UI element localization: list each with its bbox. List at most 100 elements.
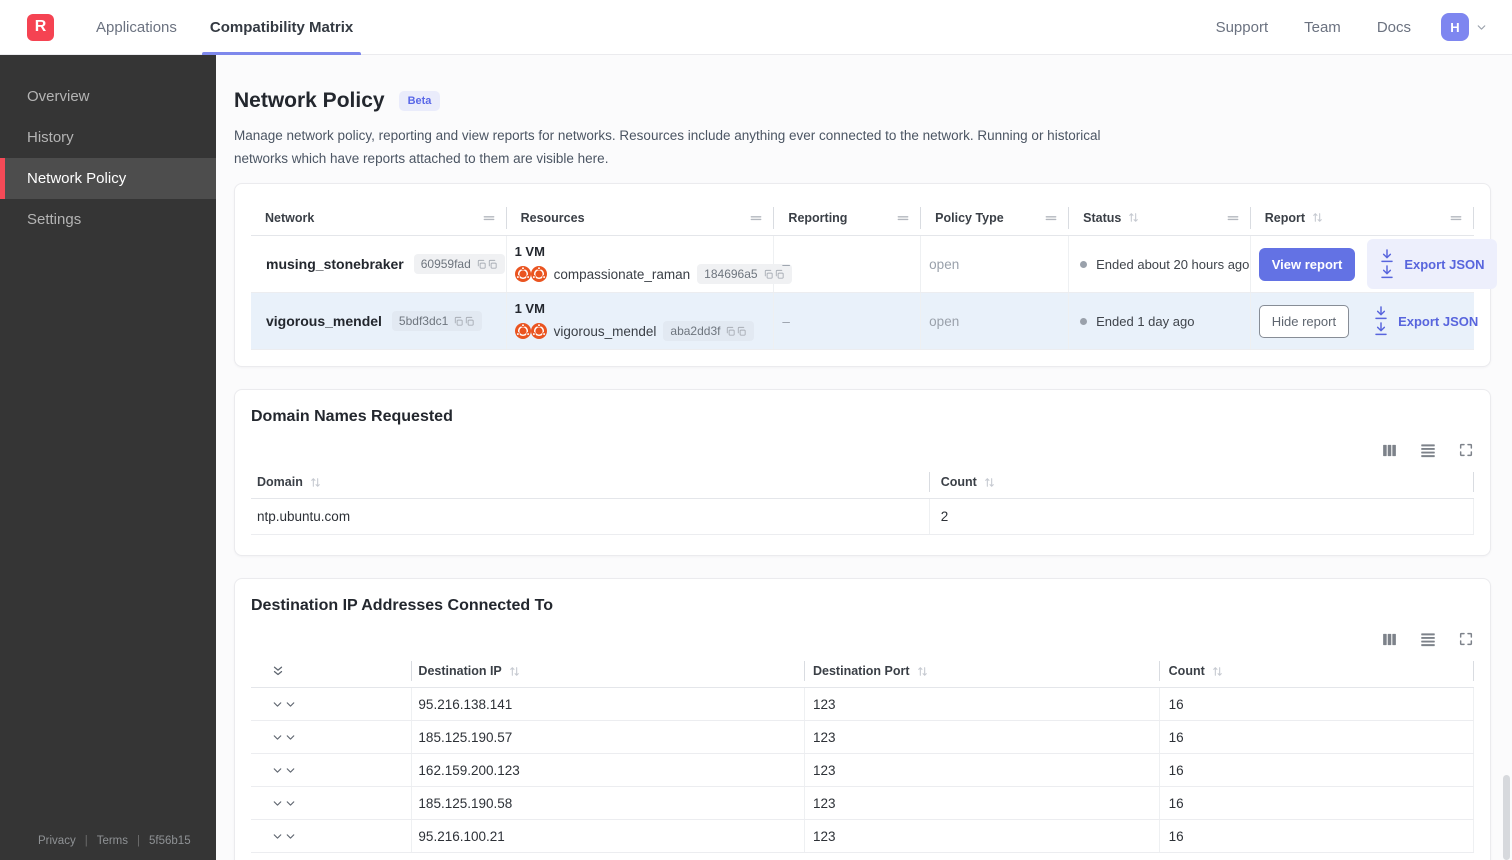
domain-table-header: Domain Count — [251, 471, 1474, 500]
sort-icon[interactable] — [508, 665, 521, 678]
destination-table-row[interactable]: 95.216.138.141 123 16 — [251, 688, 1474, 722]
nav-tab-compatibility-matrix[interactable]: Compatibility Matrix — [201, 0, 362, 55]
network-table-row[interactable]: musing_stonebraker 60959fad 1 VM compass… — [251, 236, 1497, 294]
sidebar-item-history[interactable]: History — [0, 117, 216, 158]
column-header-policy-type[interactable]: Policy Type — [921, 206, 1070, 229]
destination-table-row[interactable]: 185.125.190.57 123 16 — [251, 721, 1474, 755]
column-drag-handle-icon[interactable] — [1226, 211, 1240, 225]
export-label: Export JSON — [1398, 313, 1479, 329]
column-header-count[interactable]: Count — [930, 472, 1474, 493]
destination-port-cell: 123 — [805, 721, 1160, 754]
network-hash-badge[interactable]: 5bdf3dc1 — [391, 311, 483, 332]
column-drag-handle-icon[interactable] — [1449, 211, 1463, 225]
report-cell: Hide report Export JSON — [1251, 293, 1478, 349]
resource-hash: 184696a5 — [704, 267, 758, 282]
column-drag-handle-icon[interactable] — [1044, 211, 1058, 225]
chevron-down-icon[interactable] — [271, 698, 297, 711]
column-header-reporting[interactable]: Reporting — [774, 206, 922, 229]
destination-ip-cell: 95.216.138.141 — [412, 688, 805, 721]
chevron-down-icon[interactable] — [271, 731, 297, 744]
destination-port-cell: 123 — [805, 688, 1160, 721]
destination-table-row[interactable]: 95.216.100.21 123 16 — [251, 820, 1474, 854]
rows-icon[interactable] — [1419, 441, 1437, 459]
expander-cell[interactable] — [251, 787, 413, 820]
fullscreen-icon[interactable] — [1458, 442, 1474, 458]
column-header-count[interactable]: Count — [1160, 661, 1474, 682]
network-hash-badge[interactable]: 60959fad — [413, 254, 505, 275]
expand-all-icon[interactable] — [271, 664, 285, 678]
export-label: Export JSON — [1404, 256, 1485, 272]
privacy-link[interactable]: Privacy — [38, 835, 76, 847]
sort-icon[interactable] — [1127, 211, 1140, 224]
avatar[interactable]: H — [1441, 13, 1469, 41]
resource-line: vigorous_mendel aba2dd3f — [514, 321, 755, 342]
expander-cell[interactable] — [251, 820, 413, 853]
expander-cell[interactable] — [251, 754, 413, 787]
copy-icon[interactable] — [476, 259, 498, 270]
chevron-down-icon[interactable] — [271, 830, 297, 843]
column-header-destination-ip[interactable]: Destination IP — [412, 661, 805, 682]
page-description: Manage network policy, reporting and vie… — [234, 128, 1101, 167]
status-dot — [1080, 260, 1088, 268]
app-logo[interactable]: R — [27, 13, 54, 41]
count-cell: 16 — [1160, 754, 1474, 787]
destination-ip-card: Destination IP Addresses Connected To De… — [234, 578, 1491, 860]
column-header-resources[interactable]: Resources — [507, 206, 775, 229]
report-button[interactable]: Hide report — [1258, 304, 1350, 338]
sort-icon[interactable] — [983, 476, 996, 489]
nav-link-docs[interactable]: Docs — [1377, 19, 1411, 36]
column-header-destination-port[interactable]: Destination Port — [805, 661, 1160, 682]
columns-icon[interactable] — [1381, 442, 1398, 459]
column-header-status[interactable]: Status — [1069, 206, 1251, 229]
expander-cell[interactable] — [251, 721, 413, 754]
nav-link-support[interactable]: Support — [1216, 19, 1269, 36]
network-cell: vigorous_mendel 5bdf3dc1 — [251, 293, 507, 350]
sort-icon[interactable] — [1211, 665, 1224, 678]
copy-icon[interactable] — [725, 326, 747, 337]
fullscreen-icon[interactable] — [1458, 631, 1474, 647]
resources-count: 1 VM — [514, 301, 545, 317]
column-label: Reporting — [788, 210, 848, 225]
resource-hash: aba2dd3f — [670, 324, 721, 339]
copy-icon[interactable] — [453, 316, 475, 327]
sidebar-item-network-policy[interactable]: Network Policy — [0, 158, 216, 199]
column-header-report[interactable]: Report — [1251, 206, 1474, 229]
export-json-button[interactable]: Export JSON — [1367, 239, 1497, 290]
nav-link-team[interactable]: Team — [1304, 19, 1341, 36]
chevron-down-icon[interactable] — [271, 797, 297, 810]
resource-hash-badge[interactable]: aba2dd3f — [663, 321, 755, 342]
destination-table-row[interactable]: 162.159.200.123 123 16 — [251, 754, 1474, 788]
nav-tab-applications[interactable]: Applications — [88, 0, 185, 55]
column-header-network[interactable]: Network — [251, 206, 507, 229]
sidebar: Overview History Network Policy Settings… — [0, 55, 216, 860]
expand-all-header[interactable] — [251, 661, 413, 682]
network-table-row[interactable]: vigorous_mendel 5bdf3dc1 1 VM vigorous_m… — [251, 293, 1478, 351]
user-menu-chevron-icon[interactable] — [1475, 21, 1488, 34]
chevron-down-icon[interactable] — [271, 764, 297, 777]
terms-link[interactable]: Terms — [97, 835, 128, 847]
expander-cell[interactable] — [251, 688, 413, 721]
column-header-domain[interactable]: Domain — [251, 472, 930, 493]
destination-table-row[interactable]: 185.125.190.58 123 16 — [251, 787, 1474, 821]
sort-icon[interactable] — [309, 476, 322, 489]
policy-type-cell: open — [921, 293, 1070, 350]
column-drag-handle-icon[interactable] — [896, 211, 910, 225]
table-tools — [251, 630, 1474, 648]
scrollbar-thumb[interactable] — [1503, 775, 1510, 860]
download-icon — [1379, 248, 1395, 280]
sort-icon[interactable] — [916, 665, 929, 678]
report-cell: View report Export JSON — [1251, 236, 1497, 292]
column-drag-handle-icon[interactable] — [482, 211, 496, 225]
report-button[interactable]: View report — [1258, 247, 1356, 281]
columns-icon[interactable] — [1381, 631, 1398, 648]
network-cell: musing_stonebraker 60959fad — [251, 236, 507, 293]
rows-icon[interactable] — [1419, 630, 1437, 648]
column-label: Destination Port — [813, 664, 910, 679]
destination-table-header: Destination IP Destination Port Count — [251, 660, 1474, 689]
column-drag-handle-icon[interactable] — [749, 211, 763, 225]
export-json-button[interactable]: Export JSON — [1361, 296, 1490, 346]
sort-icon[interactable] — [1311, 211, 1324, 224]
sidebar-item-overview[interactable]: Overview — [0, 76, 216, 117]
sidebar-item-settings[interactable]: Settings — [0, 199, 216, 240]
domain-table-row[interactable]: ntp.ubuntu.com 2 — [251, 499, 1474, 536]
